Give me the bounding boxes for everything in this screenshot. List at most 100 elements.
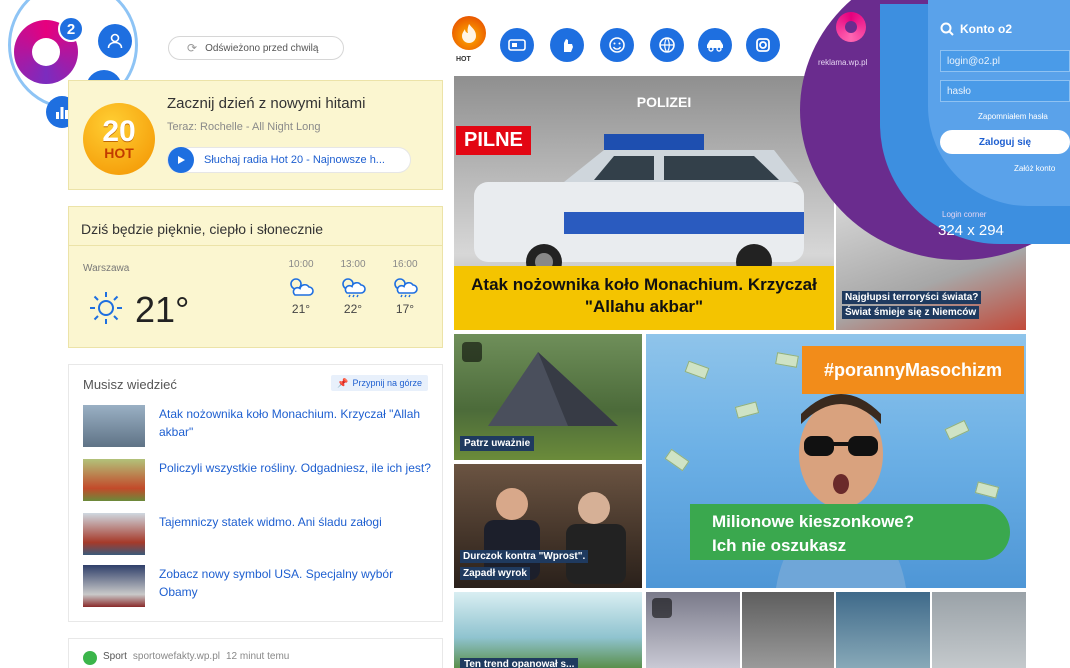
forecast-temp: 21°	[291, 302, 311, 316]
ball-icon[interactable]	[650, 28, 684, 62]
refresh-label: Odświeżono przed chwilą	[205, 42, 319, 54]
pin-label: Przypnij na górze	[352, 378, 422, 388]
radio-title: Zacznij dzień z nowymi hitami	[167, 95, 366, 112]
login-corner-label: Login corner	[942, 210, 987, 219]
login-corner-size: 324 x 294	[938, 222, 1004, 239]
news-link[interactable]: Policzyli wszystkie rośliny. Odgadniesz,…	[159, 459, 431, 505]
gear-icon[interactable]	[746, 28, 780, 62]
must-know-card: Musisz wiedzieć 📌 Przypnij na górze Atak…	[68, 364, 443, 622]
terror-caption[interactable]: Najgłupsi terroryści świata? Świat śmiej…	[842, 290, 1014, 320]
ad-label[interactable]: reklama.wp.pl	[818, 58, 867, 67]
hashtag-badge[interactable]: #porannyMasochizm	[802, 346, 1024, 394]
forecast-time: 16:00	[392, 259, 418, 270]
hot20-logo-text: HOT	[104, 145, 134, 161]
hot20-logo[interactable]: 20 HOT	[83, 103, 155, 175]
sport-card[interactable]: Sport sportowefakty.wp.pl 12 minut temu	[68, 638, 443, 668]
play-radio-label: Słuchaj radia Hot 20 - Najnowsze h...	[204, 154, 385, 166]
news-link[interactable]: Tajemniczy statek widmo. Ani śladu załog…	[159, 513, 382, 559]
banknote	[664, 448, 690, 472]
cloud-rain-icon	[342, 278, 366, 298]
smile-icon[interactable]	[600, 28, 634, 62]
money-caption-line: Ich nie oszukasz	[712, 536, 847, 555]
forecast-time: 13:00	[340, 259, 366, 270]
news-item[interactable]: Atak nożownika koło Monachium. Krzyczał …	[83, 405, 433, 451]
user-icon[interactable]	[98, 24, 132, 58]
terror-caption-line: Świat śmieje się z Niemców	[842, 306, 980, 319]
forecast-hour: 13:00 22°	[333, 259, 373, 316]
video-icon[interactable]	[500, 28, 534, 62]
tent-image	[488, 352, 618, 426]
news-link[interactable]: Atak nożownika koło Monachium. Krzyczał …	[159, 405, 433, 451]
forecast-temp: 17°	[395, 302, 415, 316]
police-caption[interactable]: Atak nożownika koło Monachium. Krzyczał …	[454, 266, 834, 330]
forecast-time: 10:00	[288, 259, 314, 270]
fridge-article-tile[interactable]	[454, 592, 642, 668]
now-playing: Teraz: Rochelle - All Night Long	[167, 121, 321, 133]
weather-title: Dziś będzie pięknie, ciepło i słonecznie	[81, 221, 324, 237]
sport-source: sportowefakty.wp.pl	[132, 651, 220, 662]
news-thumbnail[interactable]	[83, 565, 145, 607]
gallery-icon	[652, 598, 672, 618]
sport-time: 12 minut temu	[225, 651, 290, 662]
hot20-logo-number: 20	[102, 115, 136, 148]
banknote	[684, 360, 710, 380]
login-button[interactable]: Zaloguj się	[940, 130, 1070, 154]
news-item[interactable]: Zobacz nowy symbol USA. Specjalny wybór …	[83, 565, 433, 611]
create-account-link[interactable]: Załóż konto	[1014, 164, 1055, 173]
login-title-text: Konto o2	[960, 22, 1012, 36]
sun-cloud-icon	[290, 278, 314, 296]
fridge-caption[interactable]: Ten trend opanował s...	[460, 658, 579, 668]
terror-caption-line: Najgłupsi terroryści świata?	[842, 291, 982, 304]
play-radio-button[interactable]: Słuchaj radia Hot 20 - Najnowsze h...	[167, 147, 411, 173]
car-icon[interactable]	[698, 28, 732, 62]
court-caption[interactable]: Durczok kontra "Wprost". Zapadł wyrok	[460, 548, 589, 582]
login-title: Konto o2	[940, 22, 1012, 36]
sun-icon	[87, 289, 125, 332]
forgot-password-link[interactable]: Zapomniałem hasła	[978, 112, 1048, 121]
forecast-hour: 16:00 17°	[385, 259, 425, 316]
hot-icon[interactable]	[452, 16, 486, 50]
article-tile[interactable]	[836, 592, 930, 668]
news-link[interactable]: Zobacz nowy symbol USA. Specjalny wybór …	[159, 565, 433, 611]
article-tile[interactable]	[742, 592, 834, 668]
news-item[interactable]: Policzyli wszystkie rośliny. Odgadniesz,…	[83, 459, 433, 505]
weather-card[interactable]: Dziś będzie pięknie, ciepło i słonecznie…	[68, 206, 443, 348]
o2-logo-badge: 2	[58, 16, 84, 42]
news-thumbnail[interactable]	[83, 513, 145, 555]
o2-corner-logo[interactable]	[836, 12, 866, 42]
password-field[interactable]	[940, 80, 1070, 102]
pin-to-top-button[interactable]: 📌 Przypnij na górze	[331, 375, 428, 391]
banknote	[775, 352, 799, 368]
search-icon	[940, 22, 954, 36]
gallery-icon	[462, 342, 482, 362]
radio-card: 20 HOT Zacznij dzień z nowymi hitami Ter…	[68, 80, 443, 190]
court-caption-line: Zapadł wyrok	[460, 567, 530, 580]
refresh-icon: ⟳	[187, 41, 198, 55]
tent-caption[interactable]: Patrz uważnie	[460, 436, 535, 451]
refresh-button[interactable]: ⟳ Odświeżono przed chwilą	[168, 36, 344, 60]
money-caption[interactable]: Milionowe kieszonkowe? Ich nie oszukasz	[690, 504, 1010, 560]
banknote	[974, 481, 1000, 499]
divider	[69, 245, 442, 246]
cloud-rain-icon	[394, 278, 418, 298]
sport-icon	[83, 651, 97, 665]
news-thumbnail[interactable]	[83, 459, 145, 501]
police-sign: POLIZEI	[636, 94, 692, 110]
play-icon	[168, 147, 194, 173]
court-caption-line: Durczok kontra "Wprost".	[460, 550, 589, 563]
forecast-hour: 10:00 21°	[281, 259, 321, 316]
banknote	[944, 419, 970, 441]
forecast-temp: 22°	[343, 302, 363, 316]
hot-label: HOT	[456, 56, 471, 63]
urgent-badge: PILNE	[456, 126, 531, 155]
login-field[interactable]	[940, 50, 1070, 72]
money-caption-line: Milionowe kieszonkowe?	[712, 512, 915, 531]
current-temperature: 21°	[135, 289, 190, 330]
hand-icon[interactable]	[550, 28, 584, 62]
news-item[interactable]: Tajemniczy statek widmo. Ani śladu załog…	[83, 513, 433, 559]
weather-city: Warszawa	[83, 263, 130, 274]
must-know-title: Musisz wiedzieć	[83, 377, 177, 392]
news-thumbnail[interactable]	[83, 405, 145, 447]
article-tile[interactable]	[932, 592, 1026, 668]
pin-icon: 📌	[337, 377, 349, 388]
